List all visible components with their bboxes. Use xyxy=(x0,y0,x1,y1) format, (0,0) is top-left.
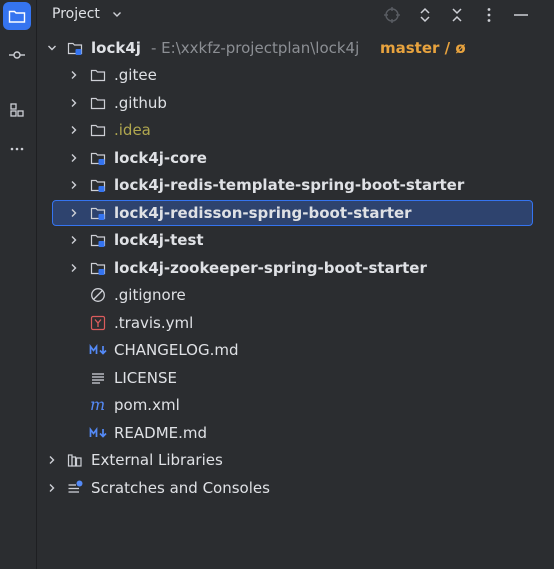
tool-window-stripe xyxy=(0,0,37,569)
panel-header: Project xyxy=(37,0,554,30)
root-project-name: lock4j xyxy=(91,39,141,57)
maven-icon: m xyxy=(90,397,105,413)
library-icon xyxy=(67,454,82,467)
chevron-down-icon[interactable] xyxy=(46,42,58,54)
commit-icon xyxy=(9,51,25,59)
module-name: lock4j-core xyxy=(114,149,207,167)
folder-icon xyxy=(8,10,26,23)
file-name: .gitignore xyxy=(114,286,186,304)
commit-tool-button[interactable] xyxy=(3,41,31,69)
locate-file-button[interactable] xyxy=(381,4,403,26)
tree-row-file[interactable]: README.md xyxy=(37,420,554,446)
collapse-all-button[interactable] xyxy=(446,4,468,26)
git-branch-label: master / ø xyxy=(380,39,466,57)
text-file-icon xyxy=(92,373,104,384)
folder-icon xyxy=(90,124,106,137)
more-horizontal-icon xyxy=(10,147,24,151)
tree-row-external-libraries[interactable]: External Libraries xyxy=(37,447,554,473)
module-name: lock4j-zookeeper-spring-boot-starter xyxy=(114,259,427,277)
folder-icon xyxy=(90,69,106,82)
module-folder-icon xyxy=(90,152,106,165)
markdown-icon xyxy=(89,426,107,438)
external-libraries-label: External Libraries xyxy=(91,451,223,469)
panel-title[interactable]: Project xyxy=(52,6,100,22)
file-name: CHANGELOG.md xyxy=(114,341,239,359)
tree-row-file[interactable]: .travis.yml xyxy=(37,310,554,336)
tree-row-folder[interactable]: .github xyxy=(37,90,554,116)
scratches-icon xyxy=(68,480,83,493)
more-tools-button[interactable] xyxy=(3,135,31,163)
chevron-right-icon[interactable] xyxy=(68,69,80,81)
tree-row-folder[interactable]: .gitee xyxy=(37,62,554,88)
file-name: .travis.yml xyxy=(114,314,194,332)
more-vertical-icon xyxy=(487,8,491,22)
file-name: README.md xyxy=(114,424,208,442)
file-name: LICENSE xyxy=(114,369,177,387)
options-button[interactable] xyxy=(478,4,500,26)
tree-row-root[interactable]: lock4j - E:\xxkfz-projectplan\lock4j mas… xyxy=(37,35,554,61)
project-tool-button[interactable] xyxy=(3,2,31,30)
tree-row-scratches[interactable]: Scratches and Consoles xyxy=(37,475,554,501)
project-panel: Project lock4j - E:\xxkfz-projectplan\lo… xyxy=(37,0,554,569)
folder-name: .github xyxy=(114,94,167,112)
module-folder-icon xyxy=(90,179,106,192)
chevron-right-icon[interactable] xyxy=(46,454,58,466)
tree-row-module[interactable]: lock4j-test xyxy=(37,227,554,253)
scratches-label: Scratches and Consoles xyxy=(91,479,270,497)
yaml-icon xyxy=(90,315,106,331)
module-folder-icon xyxy=(90,207,106,220)
tree-row-module[interactable]: lock4j-zookeeper-spring-boot-starter xyxy=(37,255,554,281)
tree-row-file[interactable]: LICENSE xyxy=(37,365,554,391)
folder-name: .gitee xyxy=(114,66,157,84)
module-name: lock4j-test xyxy=(114,231,204,249)
tree-row-module-selected[interactable]: lock4j-redisson-spring-boot-starter xyxy=(37,200,554,226)
module-folder-icon xyxy=(90,234,106,247)
markdown-icon xyxy=(89,343,107,355)
chevron-right-icon[interactable] xyxy=(68,124,80,136)
folder-name: .idea xyxy=(114,121,151,139)
tree-row-file[interactable]: .gitignore xyxy=(37,282,554,308)
svg-text:m: m xyxy=(90,397,105,413)
expand-all-button[interactable] xyxy=(414,4,436,26)
chevron-right-icon[interactable] xyxy=(46,482,58,494)
chevron-right-icon[interactable] xyxy=(68,262,80,274)
tree-row-file[interactable]: m pom.xml xyxy=(37,392,554,418)
folder-icon xyxy=(90,97,106,110)
module-folder-icon xyxy=(90,262,106,275)
module-name: lock4j-redisson-spring-boot-starter xyxy=(114,204,412,222)
structure-tool-button[interactable] xyxy=(3,96,31,124)
file-name: pom.xml xyxy=(114,396,180,414)
chevron-right-icon[interactable] xyxy=(68,152,80,164)
chevron-right-icon[interactable] xyxy=(68,234,80,246)
chevron-right-icon[interactable] xyxy=(68,207,80,219)
gitignore-icon xyxy=(91,288,105,302)
chevron-right-icon[interactable] xyxy=(68,97,80,109)
module-folder-icon xyxy=(67,42,83,55)
tree-row-module[interactable]: lock4j-core xyxy=(37,145,554,171)
expand-all-icon xyxy=(420,7,430,23)
structure-icon xyxy=(10,103,24,117)
chevron-down-icon[interactable] xyxy=(111,8,123,20)
chevron-right-icon[interactable] xyxy=(68,179,80,191)
module-name: lock4j-redis-template-spring-boot-starte… xyxy=(114,176,465,194)
hide-panel-button[interactable] xyxy=(510,4,532,26)
collapse-all-icon xyxy=(452,8,462,22)
tree-row-module[interactable]: lock4j-redis-template-spring-boot-starte… xyxy=(37,172,554,198)
tree-row-folder[interactable]: .idea xyxy=(37,117,554,143)
root-project-path: - E:\xxkfz-projectplan\lock4j xyxy=(151,39,360,57)
tree-row-file[interactable]: CHANGELOG.md xyxy=(37,337,554,363)
target-icon xyxy=(384,7,400,23)
minimize-icon xyxy=(514,14,528,16)
